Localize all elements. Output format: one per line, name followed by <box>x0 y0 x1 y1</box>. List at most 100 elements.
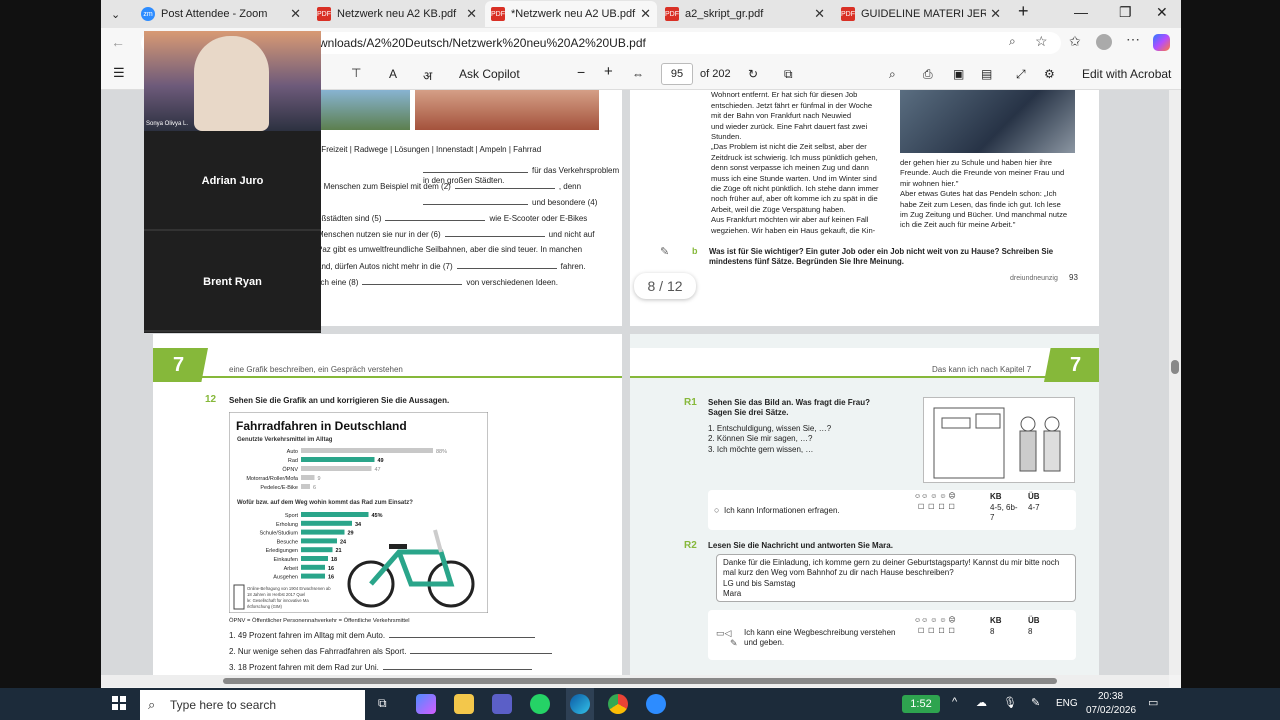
fit-page-icon[interactable]: ⇔ <box>632 67 644 81</box>
gap-text-part: Paz gibt es umweltfreundliche Seilbahnen… <box>317 245 583 254</box>
gap-text-part: oßstädten sind (5) <box>317 214 382 223</box>
gap-blank[interactable] <box>423 197 528 205</box>
scroll-thumb[interactable] <box>1171 360 1179 374</box>
close-window-button[interactable]: ✕ <box>1156 4 1168 21</box>
chevron-up-icon[interactable]: ^ <box>952 696 957 708</box>
zoom-in-button[interactable]: + <box>604 63 613 80</box>
teams-icon[interactable] <box>492 694 512 714</box>
photo-commuter <box>900 90 1075 153</box>
search-icon[interactable]: ⌕ <box>889 67 896 82</box>
photo-cyclists <box>318 90 410 130</box>
r1-label: R1 <box>684 397 697 408</box>
zoom-app-icon[interactable] <box>646 694 666 714</box>
windows-start-icon[interactable] <box>112 696 126 710</box>
contents-icon[interactable]: ☰ <box>113 65 125 81</box>
restore-button[interactable]: ❐ <box>1119 4 1132 21</box>
file-explorer-icon[interactable] <box>454 694 474 714</box>
tab-guideline-pdf[interactable]: PDF GUIDELINE MATERI JERMAN P ✕ <box>835 1 1007 27</box>
favorites-icon[interactable]: ✩ <box>1069 33 1081 50</box>
chart-value-label: 45% <box>372 513 383 519</box>
read-aloud-icon[interactable]: A <box>389 67 397 81</box>
vertical-scrollbar[interactable] <box>1169 90 1181 675</box>
self-assessment-checkboxes[interactable]: ☐ ☐ ☐ ☐ <box>918 503 955 513</box>
horizontal-scrollbar[interactable] <box>101 675 1169 687</box>
chrome-icon[interactable] <box>608 694 628 714</box>
save-as-icon[interactable]: ▤ <box>981 67 992 81</box>
microphone-icon[interactable]: 🎙 <box>1003 696 1017 709</box>
tab-actions-button[interactable]: ⌄ <box>105 1 129 27</box>
new-tab-button[interactable]: + <box>1018 1 1029 22</box>
r1-can-text: Ich kann Informationen erfragen. <box>724 506 840 515</box>
fullscreen-icon[interactable]: ⤢ <box>1016 67 1026 82</box>
tab-ub-pdf[interactable]: PDF *Netzwerk neu A2 UB.pdf ✕ <box>485 1 657 27</box>
close-icon[interactable]: ✕ <box>466 6 477 22</box>
back-button[interactable]: ← <box>111 34 125 50</box>
attendee-tile[interactable]: Brent Ryan <box>144 233 321 332</box>
answer-blank[interactable] <box>382 662 533 670</box>
tab-kb-pdf[interactable]: PDF Netzwerk neu A2 KB.pdf ✕ <box>311 1 483 27</box>
clock-time[interactable]: 20:38 <box>1098 691 1123 702</box>
zoom-out-button[interactable]: − <box>577 64 585 80</box>
ask-copilot-button[interactable]: Ask Copilot <box>459 67 520 81</box>
gap-blank[interactable] <box>362 277 463 285</box>
more-menu-icon[interactable]: ⋯ <box>1126 31 1140 48</box>
clock-date[interactable]: 07/02/2026 <box>1086 705 1136 716</box>
chart-category-label: Pedelec/E-Bike <box>260 485 298 491</box>
gap-blank[interactable] <box>423 165 528 173</box>
text-box-icon[interactable]: ⊤ <box>351 66 361 80</box>
close-icon[interactable]: ✕ <box>640 6 651 22</box>
close-icon[interactable]: ✕ <box>990 6 1001 22</box>
minimize-button[interactable]: — <box>1074 4 1088 20</box>
attendee-tile[interactable]: Adrian Juro <box>144 132 321 231</box>
pen-icon[interactable]: ✎ <box>1031 696 1040 709</box>
onedrive-icon[interactable]: ☁ <box>976 696 987 709</box>
gap-blank[interactable] <box>385 213 486 221</box>
zoom-lens-icon[interactable]: ⌕ <box>1009 34 1016 49</box>
notifications-icon[interactable]: ▭ <box>1148 696 1158 709</box>
tab-bar: ⌄ zm Post Attendee - Zoom ✕ PDF Netzwerk… <box>101 0 1181 28</box>
r1-can-box: ○ Ich kann Informationen erfragen. ☺☺ ☺ … <box>708 490 1076 530</box>
language-indicator[interactable]: ENG <box>1056 698 1078 709</box>
answer-blank[interactable] <box>389 630 536 638</box>
chart-category-label: Motorrad/Roller/Mofa <box>246 476 299 482</box>
rotate-icon[interactable]: ↻ <box>748 67 758 81</box>
copilot-app-icon[interactable] <box>416 694 436 714</box>
taskbar-search-input[interactable]: ⌕ Type here to search <box>140 690 365 720</box>
edge-icon[interactable] <box>570 694 590 714</box>
close-icon[interactable]: ✕ <box>814 6 825 22</box>
smiley-scale-icons: ☺☺ ☺ ☺ ☹ <box>914 493 956 500</box>
gap-blank[interactable] <box>444 229 545 237</box>
profile-avatar[interactable] <box>1096 34 1112 50</box>
gap-blank[interactable] <box>456 261 557 269</box>
task-view-icon[interactable]: ⧉ <box>378 696 387 711</box>
chapter-header-text: Das kann ich nach Kapitel 7 <box>932 365 1032 374</box>
page-number-input[interactable]: 95 <box>661 63 693 85</box>
article-line: im Zug Zeitung und Bücher. Und manchmal … <box>900 210 1068 220</box>
edit-acrobat-button[interactable]: Edit with Acrobat <box>1082 67 1171 81</box>
r1-title: Sehen Sie das Bild an. Was fragt die Fra… <box>708 398 870 407</box>
print-icon[interactable]: ⎙ <box>923 67 933 82</box>
close-icon[interactable]: ✕ <box>290 6 301 22</box>
whatsapp-icon[interactable] <box>530 694 550 714</box>
tab-zoom[interactable]: zm Post Attendee - Zoom ✕ <box>135 1 307 27</box>
kb-header: KB <box>990 492 1002 501</box>
chart-category-label: Auto <box>287 449 298 455</box>
chevron-down-icon: ⌄ <box>111 8 121 21</box>
chart-value-label: 18 <box>331 557 337 563</box>
tab-skript-pdf[interactable]: PDF a2_skript_gr.pdf ✕ <box>659 1 831 27</box>
favorite-star-icon[interactable]: ☆ <box>1035 33 1048 50</box>
speech-bubble-icon: ○ <box>714 505 720 515</box>
answer-blank[interactable] <box>410 646 552 654</box>
statement-item: 2. Nur wenige sehen das Fahrradfahren al… <box>229 646 552 657</box>
settings-icon[interactable]: ⚙ <box>1044 67 1055 81</box>
scroll-thumb[interactable] <box>223 678 1057 684</box>
r2-message-box: Danke für die Einladung, ich komme gern … <box>716 554 1076 602</box>
self-assessment-checkboxes[interactable]: ☐ ☐ ☐ ☐ <box>918 627 955 637</box>
save-icon[interactable]: ▣ <box>953 67 964 81</box>
gap-blank[interactable] <box>454 181 555 189</box>
gap-text-part: und besondere (4) <box>532 198 598 207</box>
copilot-icon[interactable] <box>1153 34 1170 51</box>
page-view-icon[interactable]: ⧉ <box>784 67 793 82</box>
recording-timer[interactable]: 1:52 <box>902 695 940 713</box>
translate-icon[interactable]: अ <box>423 67 432 84</box>
